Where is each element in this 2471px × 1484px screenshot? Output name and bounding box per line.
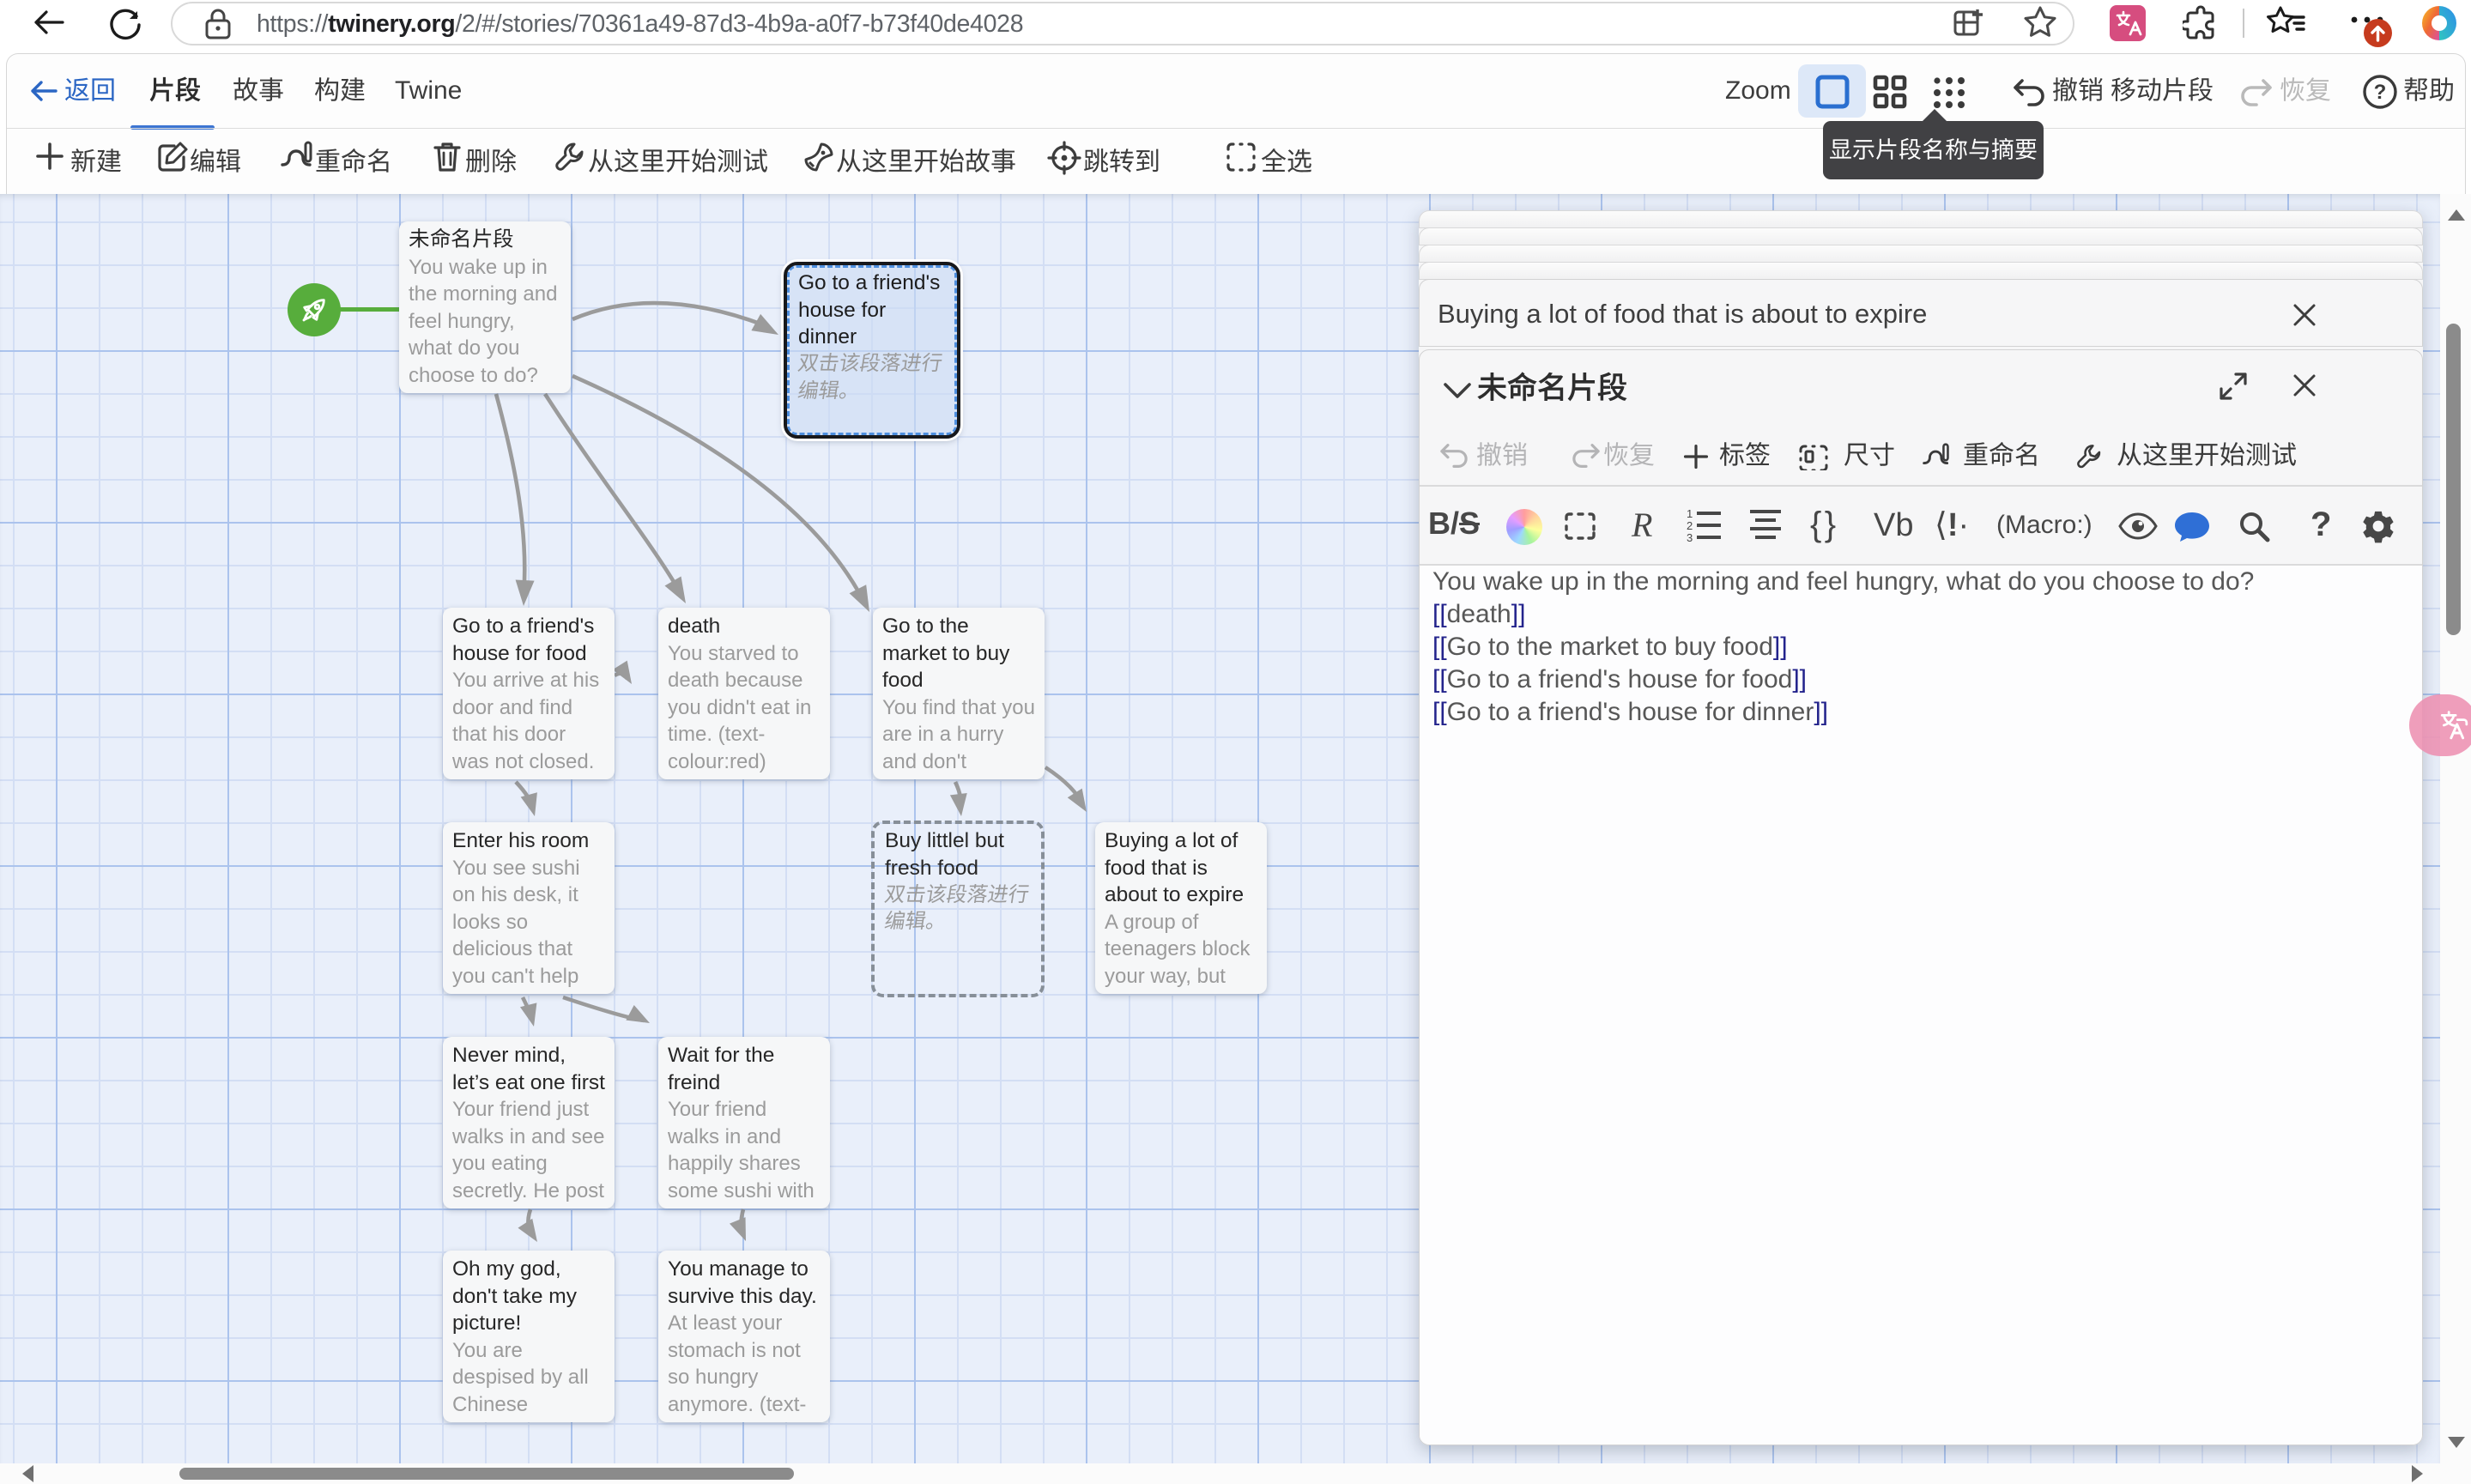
svg-text:?: ? (2374, 81, 2387, 104)
svg-text:2: 2 (1687, 519, 1693, 532)
svg-text:1: 1 (1687, 507, 1693, 520)
svg-text:3: 3 (1687, 531, 1693, 543)
svg-text:R: R (1631, 507, 1652, 543)
